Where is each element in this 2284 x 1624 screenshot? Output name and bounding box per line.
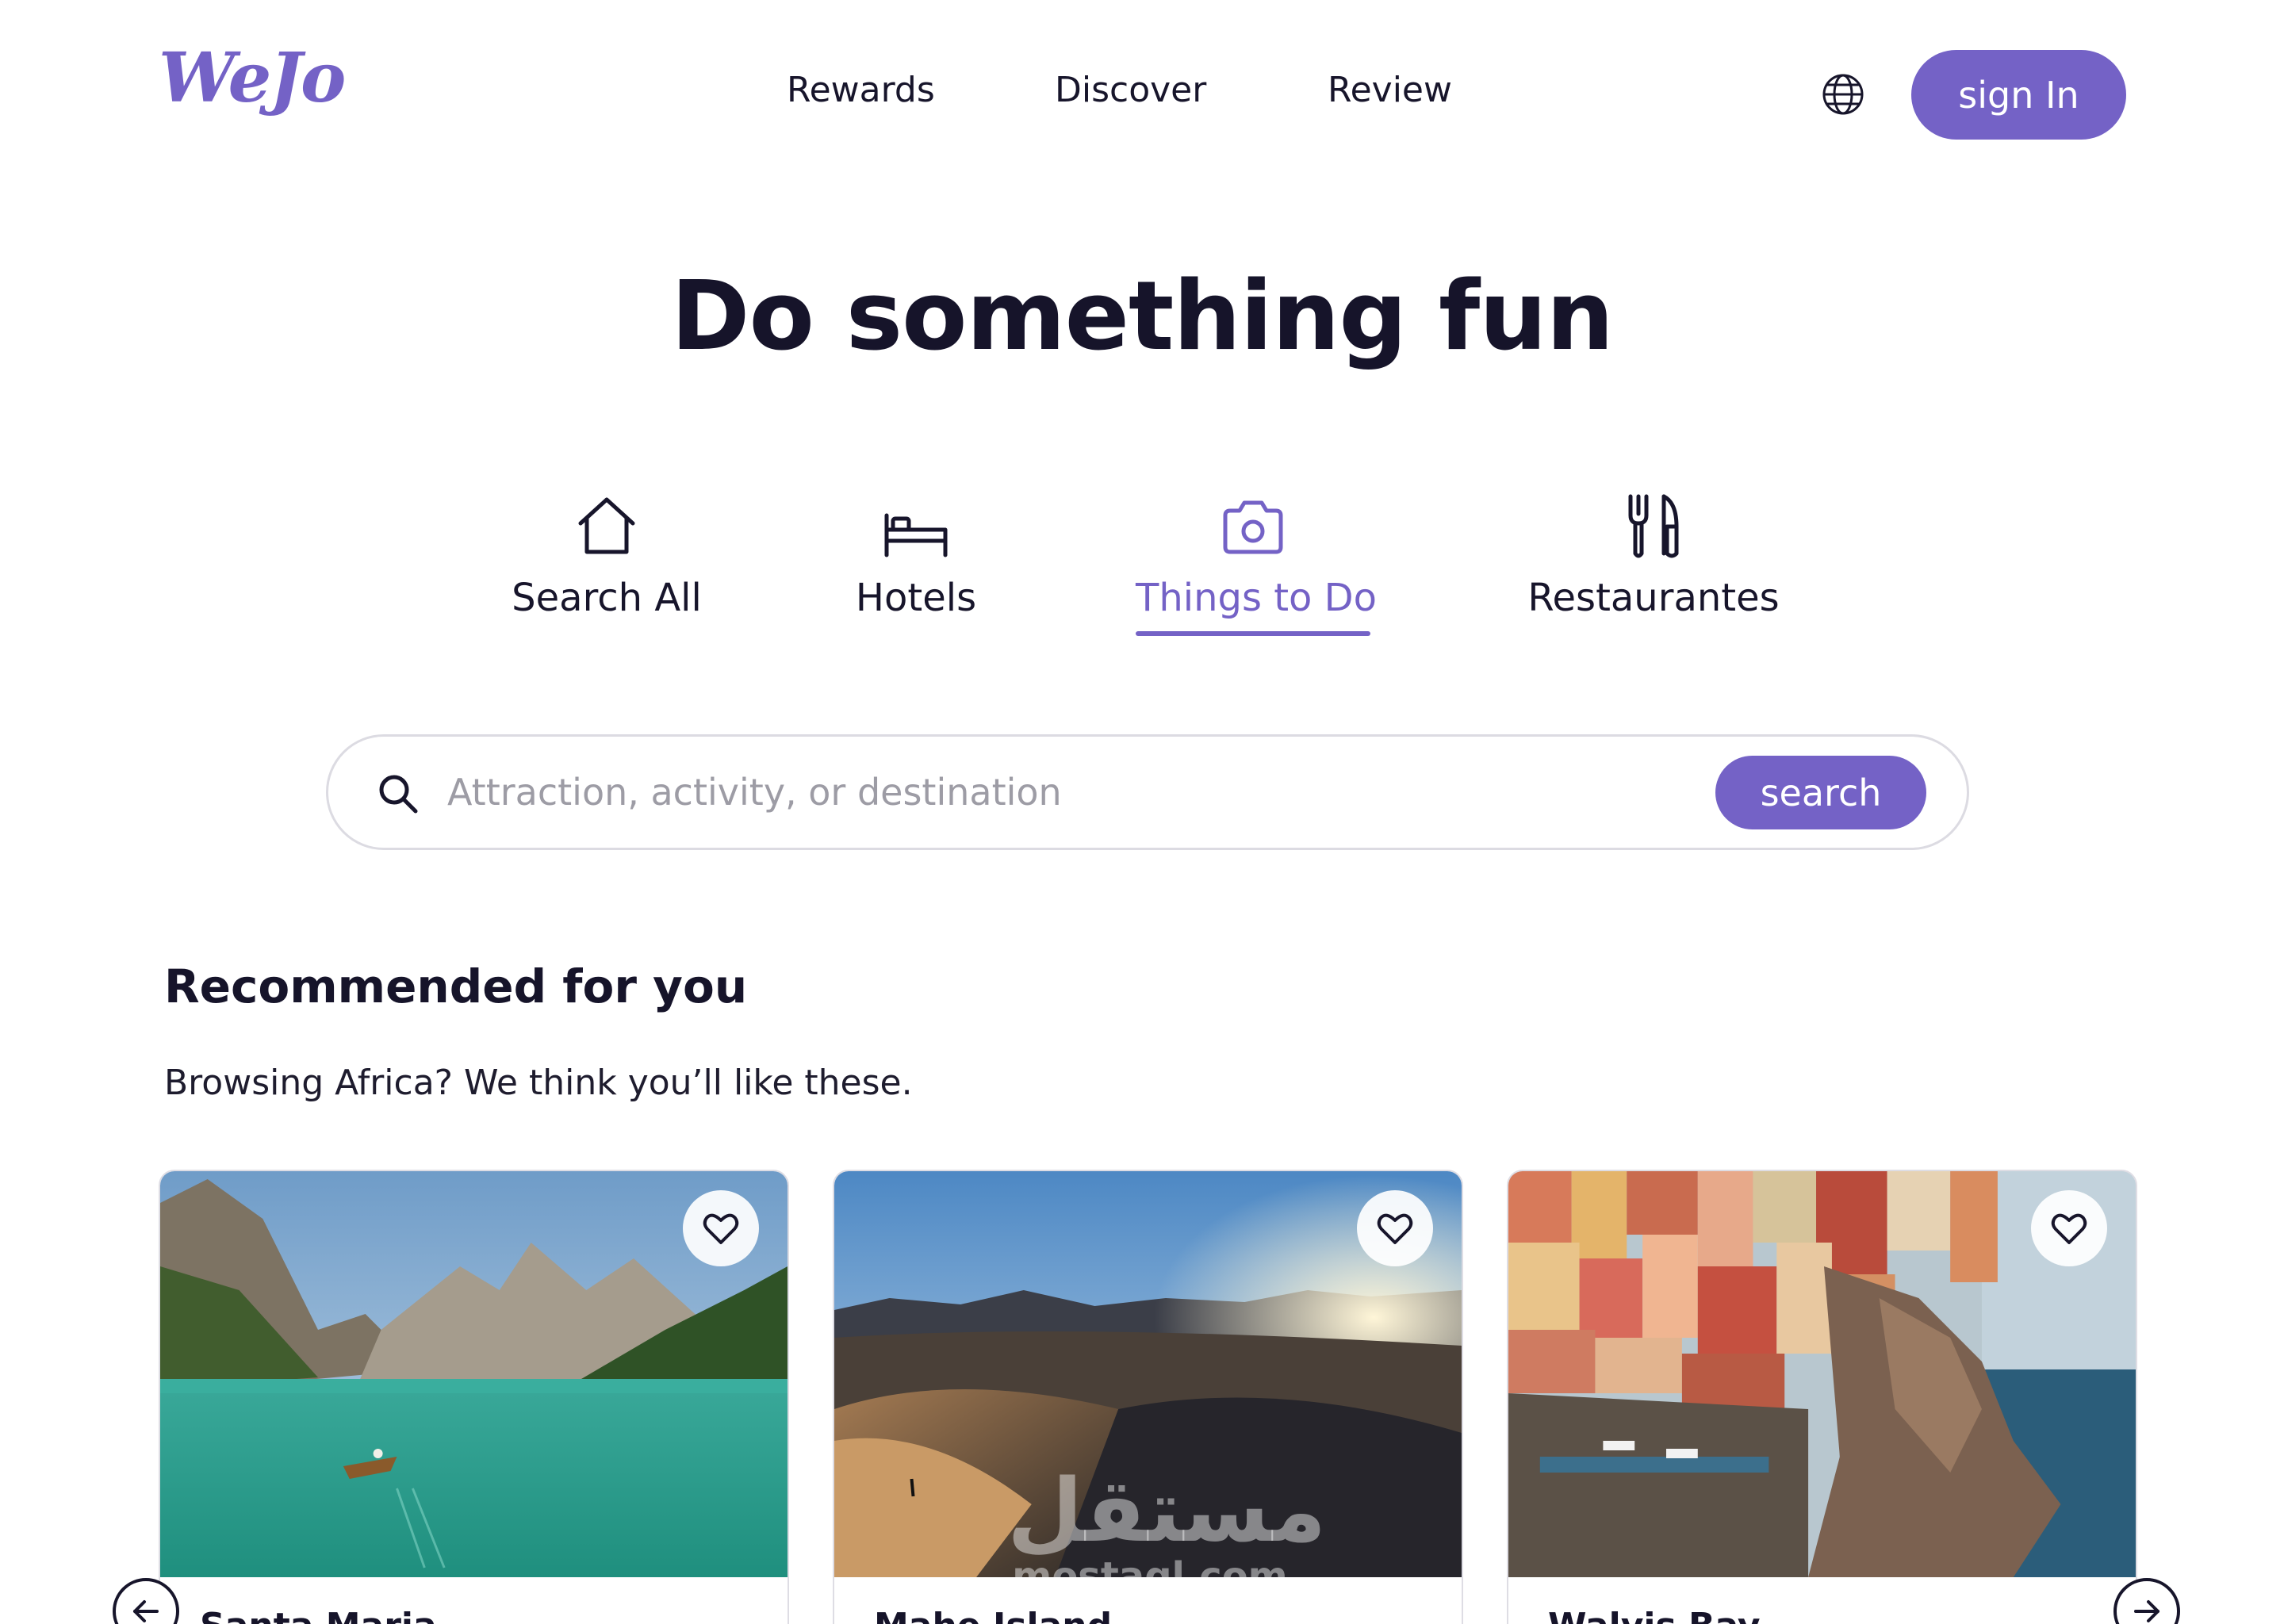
nav-review[interactable]: Review — [1328, 70, 1452, 110]
section-title: Recommended for you — [164, 959, 748, 1013]
heart-icon — [2051, 1213, 2087, 1244]
destination-card[interactable]: Walvis Bay — [1507, 1170, 2137, 1624]
favorite-button[interactable] — [683, 1190, 759, 1266]
tab-hotels[interactable]: Hotels — [849, 492, 983, 620]
section-subtitle: Browsing Africa? We think you’ll like th… — [164, 1063, 913, 1103]
destination-card[interactable]: Santa Maria — [159, 1170, 789, 1624]
arrow-right-icon — [2134, 1600, 2159, 1622]
bed-icon — [884, 513, 948, 557]
logo-text: WeJo — [159, 38, 346, 118]
sign-in-button[interactable]: sign In — [1911, 50, 2126, 140]
camera-icon — [1223, 500, 1283, 554]
page-title: Do something fun — [670, 262, 1614, 372]
search-bar: search — [326, 734, 1969, 850]
heart-icon — [1377, 1213, 1413, 1244]
tab-search-all[interactable]: Search All — [508, 492, 706, 620]
nav-rewards[interactable]: Rewards — [787, 70, 935, 110]
tab-restaurantes[interactable]: Restaurantes — [1527, 492, 1780, 620]
search-button[interactable]: search — [1715, 756, 1926, 829]
home-icon — [578, 497, 635, 554]
favorite-button[interactable] — [1357, 1190, 1433, 1266]
heart-icon — [703, 1213, 739, 1244]
tab-things-to-do[interactable]: Things to Do — [1136, 492, 1378, 636]
arrow-left-icon — [133, 1600, 159, 1622]
page: WeJo Rewards Discover Review sign In Do … — [0, 0, 2284, 1624]
card-title: Mahe Island — [874, 1606, 1112, 1624]
search-icon — [379, 775, 418, 814]
active-tab-indicator — [1136, 631, 1370, 636]
card-title: Santa Maria — [200, 1606, 437, 1624]
nav-discover[interactable]: Discover — [1055, 70, 1206, 110]
favorite-button[interactable] — [2031, 1190, 2107, 1266]
card-title: Walvis Bay — [1548, 1606, 1761, 1624]
tab-label: Things to Do — [1136, 576, 1378, 620]
cutlery-icon — [1628, 494, 1679, 558]
destination-card[interactable]: Mahe Island — [833, 1170, 1463, 1624]
tab-label: Search All — [512, 576, 702, 620]
search-input[interactable] — [447, 760, 1637, 824]
brand-logo[interactable]: WeJo — [159, 38, 346, 118]
tab-label: Restaurantes — [1527, 576, 1780, 620]
tab-label: Hotels — [855, 576, 977, 620]
globe-icon[interactable] — [1822, 73, 1864, 116]
